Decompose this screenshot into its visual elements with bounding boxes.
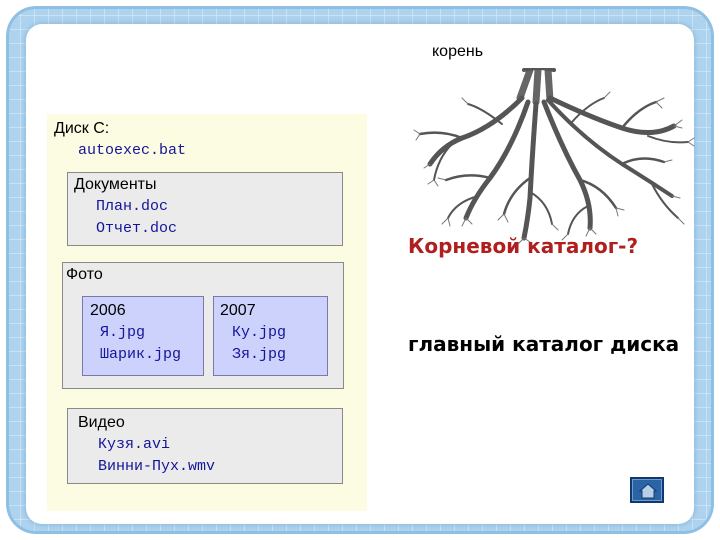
video-file: Кузя.avi: [98, 436, 171, 453]
subfolder-title: 2006: [90, 302, 126, 319]
disk-file: autoexec.bat: [78, 142, 187, 159]
documents-file: План.doc: [96, 198, 169, 215]
video-title: Видео: [78, 414, 125, 431]
subfolder-file: Шарик.jpg: [100, 346, 182, 363]
home-button[interactable]: [630, 477, 664, 503]
subfolder-file: Я.jpg: [100, 324, 146, 341]
root-caption: корень: [432, 43, 484, 60]
home-icon: [638, 483, 658, 499]
subfolder-file: Зя.jpg: [232, 346, 287, 363]
documents-title: Документы: [74, 176, 157, 193]
subfolder-title: 2007: [220, 302, 256, 319]
question-text: Корневой каталог-?: [408, 234, 639, 258]
subfolder-file: Ку.jpg: [232, 324, 287, 341]
tree-roots-icon: [413, 68, 695, 245]
disk-title: Диск С:: [54, 120, 110, 137]
answer-text: главный каталог диска: [408, 332, 680, 356]
photo-title: Фото: [66, 266, 103, 283]
video-file: Винни-Пух.wmv: [98, 458, 216, 475]
documents-file: Отчет.doc: [96, 220, 178, 237]
